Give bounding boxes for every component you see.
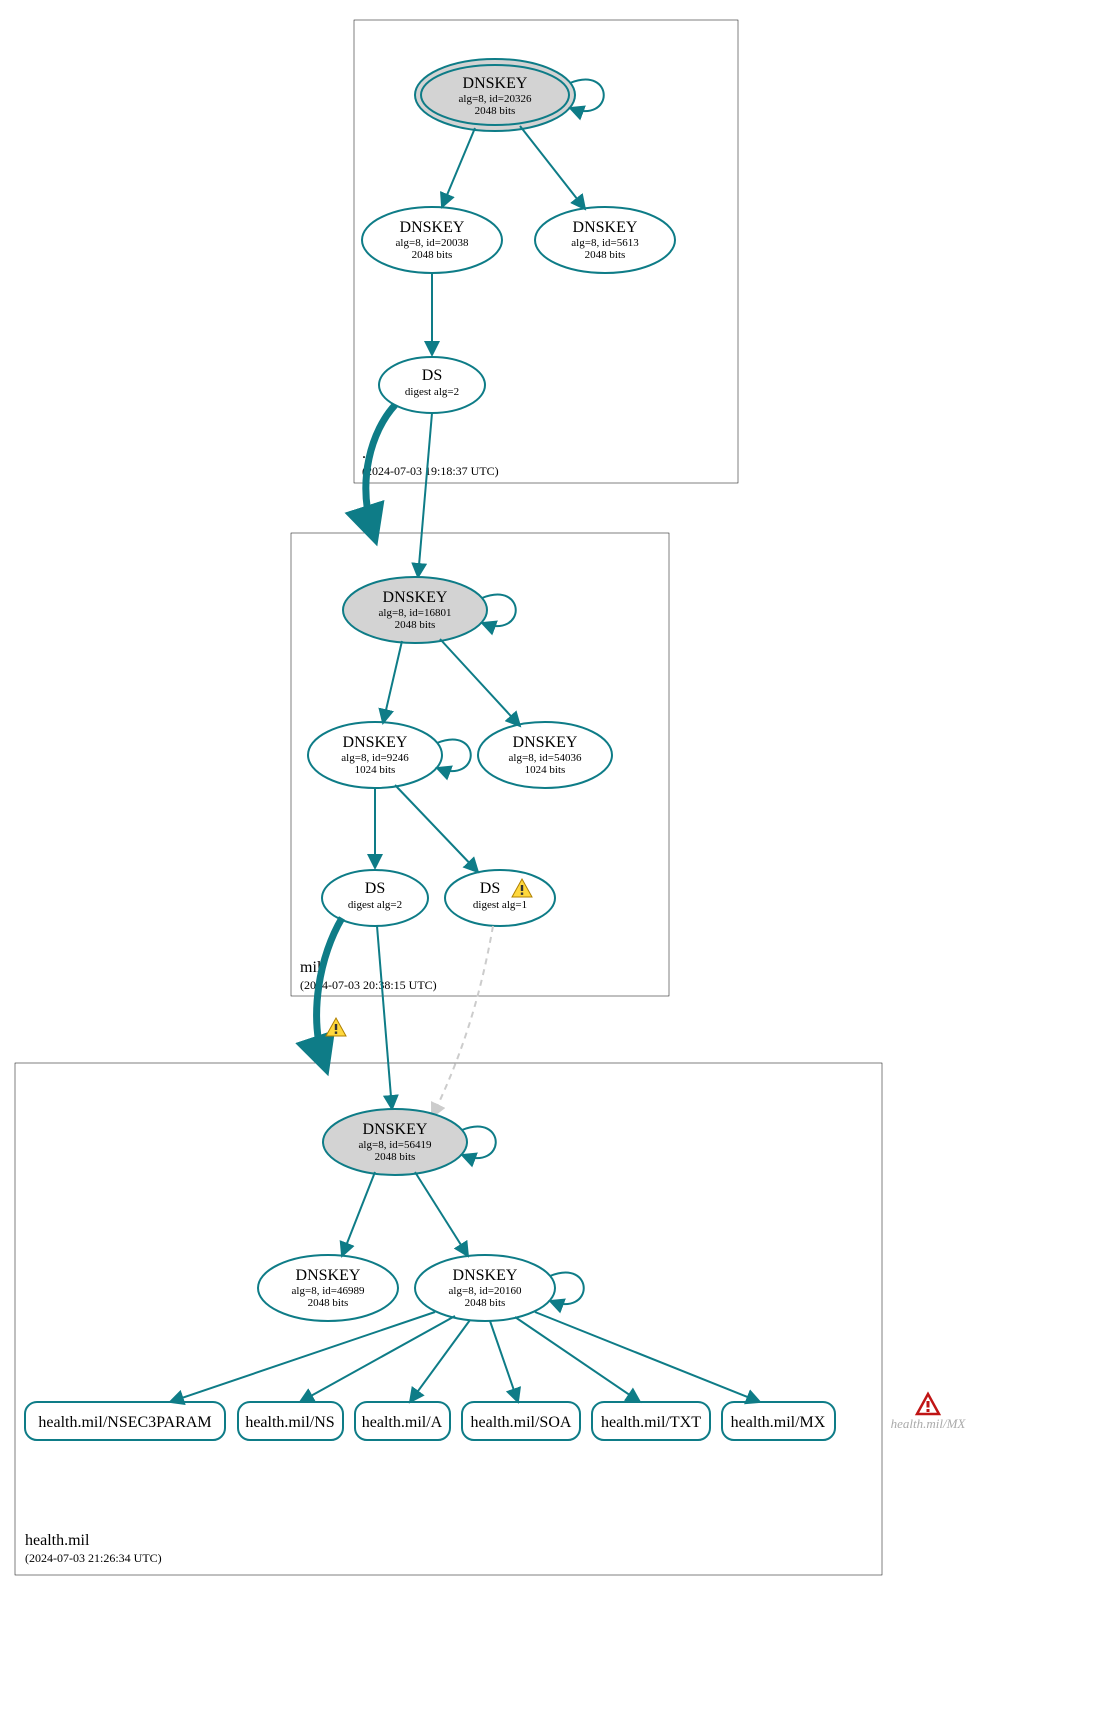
svg-text:2048 bits: 2048 bits xyxy=(585,249,626,261)
edge-rootds-milksk xyxy=(418,413,432,577)
edge-zsk2-mx xyxy=(535,1312,760,1402)
edge-milds2-hmksk xyxy=(377,926,392,1109)
warning-icon xyxy=(326,1018,346,1036)
node-hm-ksk[interactable]: DNSKEY alg=8, id=56419 2048 bits xyxy=(323,1109,467,1175)
node-hm-zsk2[interactable]: DNSKEY alg=8, id=20160 2048 bits xyxy=(415,1255,555,1321)
svg-text:alg=8, id=20326: alg=8, id=20326 xyxy=(459,93,532,105)
edge-zsk2-nsec3param xyxy=(170,1312,435,1402)
svg-text:health.mil/MX: health.mil/MX xyxy=(891,1416,967,1431)
svg-text:DNSKEY: DNSKEY xyxy=(463,75,528,92)
node-mil-ds2[interactable]: DS digest alg=2 xyxy=(322,870,428,926)
zone-time-healthmil: (2024-07-03 21:26:34 UTC) xyxy=(25,1551,162,1565)
svg-text:health.mil/NSEC3PARAM: health.mil/NSEC3PARAM xyxy=(38,1414,211,1431)
svg-text:DS: DS xyxy=(422,367,442,384)
svg-text:alg=8, id=56419: alg=8, id=56419 xyxy=(359,1139,432,1151)
edge-milksk-zsk1 xyxy=(383,641,402,723)
svg-text:health.mil/NS: health.mil/NS xyxy=(245,1414,334,1431)
svg-text:DNSKEY: DNSKEY xyxy=(573,219,638,236)
svg-text:DNSKEY: DNSKEY xyxy=(383,589,448,606)
svg-text:digest alg=2: digest alg=2 xyxy=(405,386,459,398)
edge-hmksk-zsk2 xyxy=(415,1172,468,1256)
rrset-a[interactable]: health.mil/A xyxy=(355,1402,450,1440)
svg-text:DS: DS xyxy=(480,880,500,897)
zone-time-root: (2024-07-03 19:18:37 UTC) xyxy=(362,464,499,478)
rrset-nsec3param[interactable]: health.mil/NSEC3PARAM xyxy=(25,1402,225,1440)
svg-text:alg=8, id=46989: alg=8, id=46989 xyxy=(292,1285,365,1297)
svg-text:DS: DS xyxy=(365,880,385,897)
svg-text:alg=8, id=20038: alg=8, id=20038 xyxy=(396,237,469,249)
svg-text:alg=8, id=20160: alg=8, id=20160 xyxy=(449,1285,522,1297)
svg-text:DNSKEY: DNSKEY xyxy=(296,1267,361,1284)
svg-text:digest alg=1: digest alg=1 xyxy=(473,899,527,911)
svg-text:DNSKEY: DNSKEY xyxy=(513,734,578,751)
svg-text:alg=8, id=16801: alg=8, id=16801 xyxy=(379,607,452,619)
svg-text:health.mil/MX: health.mil/MX xyxy=(731,1414,826,1431)
svg-text:DNSKEY: DNSKEY xyxy=(363,1121,428,1138)
edge-milzsk1-ds1 xyxy=(395,785,478,872)
edge-rootksk-zsk2 xyxy=(520,126,585,209)
svg-text:health.mil/TXT: health.mil/TXT xyxy=(601,1414,701,1431)
edge-milksk-zsk2 xyxy=(440,639,520,726)
svg-text:health.mil/A: health.mil/A xyxy=(362,1414,443,1431)
svg-text:2048 bits: 2048 bits xyxy=(465,1297,506,1309)
svg-text:2048 bits: 2048 bits xyxy=(412,249,453,261)
rrset-txt[interactable]: health.mil/TXT xyxy=(592,1402,710,1440)
edge-hmksk-zsk1 xyxy=(342,1172,375,1256)
edge-zsk2-a xyxy=(410,1320,470,1402)
rrset-ns[interactable]: health.mil/NS xyxy=(238,1402,343,1440)
rrset-soa[interactable]: health.mil/SOA xyxy=(462,1402,580,1440)
node-hm-zsk1[interactable]: DNSKEY alg=8, id=46989 2048 bits xyxy=(258,1255,398,1321)
edge-milds1-hmksk-dashed xyxy=(432,926,493,1117)
node-root-ksk[interactable]: DNSKEY alg=8, id=20326 2048 bits xyxy=(415,59,575,131)
rrset-mx[interactable]: health.mil/MX xyxy=(722,1402,835,1440)
node-mil-zsk2[interactable]: DNSKEY alg=8, id=54036 1024 bits xyxy=(478,722,612,788)
svg-text:alg=8, id=5613: alg=8, id=5613 xyxy=(571,237,639,249)
svg-text:2048 bits: 2048 bits xyxy=(375,1151,416,1163)
svg-text:DNSKEY: DNSKEY xyxy=(453,1267,518,1284)
svg-text:2048 bits: 2048 bits xyxy=(395,619,436,631)
error-icon xyxy=(917,1394,939,1414)
edge-zsk2-ns xyxy=(300,1316,455,1402)
edge-rootksk-zsk1 xyxy=(442,128,475,207)
edge-zsk2-soa xyxy=(490,1321,518,1402)
dnssec-graph: . (2024-07-03 19:18:37 UTC) DNSKEY alg=8… xyxy=(0,0,1095,1711)
svg-text:2048 bits: 2048 bits xyxy=(475,105,516,117)
svg-text:alg=8, id=54036: alg=8, id=54036 xyxy=(509,752,582,764)
svg-text:DNSKEY: DNSKEY xyxy=(343,734,408,751)
zone-label-healthmil: health.mil xyxy=(25,1532,90,1549)
svg-text:health.mil/SOA: health.mil/SOA xyxy=(471,1414,572,1431)
svg-text:DNSKEY: DNSKEY xyxy=(400,219,465,236)
node-root-zsk1[interactable]: DNSKEY alg=8, id=20038 2048 bits xyxy=(362,207,502,273)
node-root-ds[interactable]: DS digest alg=2 xyxy=(379,357,485,413)
svg-text:1024 bits: 1024 bits xyxy=(525,764,566,776)
node-mil-ksk[interactable]: DNSKEY alg=8, id=16801 2048 bits xyxy=(343,577,487,643)
svg-text:digest alg=2: digest alg=2 xyxy=(348,899,402,911)
node-mil-zsk1[interactable]: DNSKEY alg=8, id=9246 1024 bits xyxy=(308,722,442,788)
node-mil-ds1[interactable]: DS digest alg=1 xyxy=(445,870,555,926)
rrset-mx-error[interactable]: health.mil/MX xyxy=(891,1394,967,1431)
svg-text:alg=8, id=9246: alg=8, id=9246 xyxy=(341,752,409,764)
node-root-zsk2[interactable]: DNSKEY alg=8, id=5613 2048 bits xyxy=(535,207,675,273)
svg-text:1024 bits: 1024 bits xyxy=(355,764,396,776)
svg-text:2048 bits: 2048 bits xyxy=(308,1297,349,1309)
